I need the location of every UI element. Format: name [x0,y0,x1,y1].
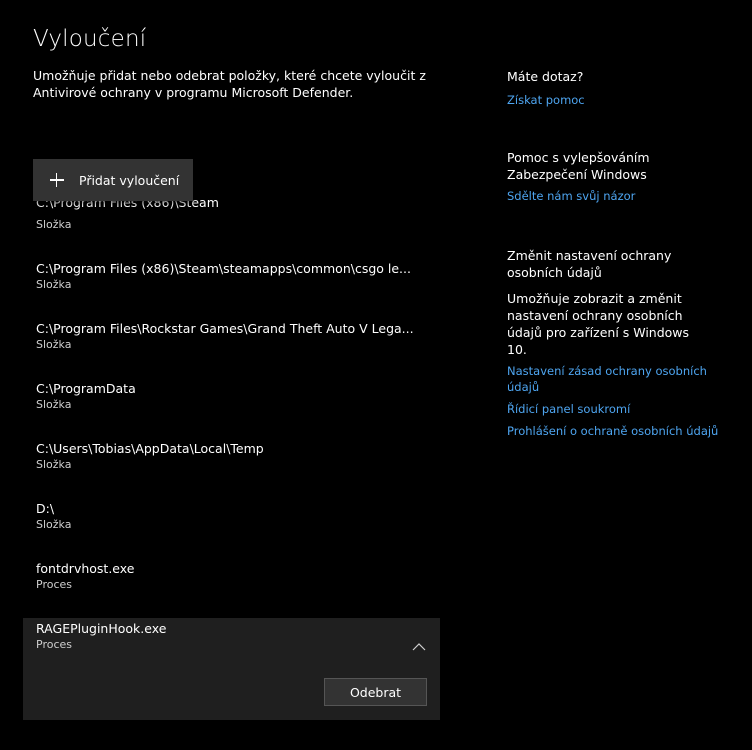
privacy-text: Umožňuje zobrazit a změnit nastavení och… [507,291,690,357]
exclusion-item[interactable]: C:\Program Files\Rockstar Games\Grand Th… [23,318,440,378]
exclusion-path: C:\Program Files\Rockstar Games\Grand Th… [36,321,414,336]
page-description: Umožňuje přidat nebo odebrat položky, kt… [33,68,426,100]
plus-icon [50,173,64,187]
remove-exclusion-button[interactable]: Odebrat [324,678,427,706]
page-title: Vyloučení [33,26,147,52]
chevron-up-icon[interactable] [412,643,426,651]
exclusion-item[interactable]: C:\ProgramData Složka [23,378,440,438]
add-exclusion-label: Přidat vyloučení [79,172,180,188]
exclusion-item[interactable]: C:\Program Files (x86)\Steam\steamapps\c… [23,258,440,318]
privacy-section: Změnit nastavení ochrany osobních údajů … [507,247,727,439]
privacy-settings-link[interactable]: Nastavení zásad ochrany osobních údajů [507,363,707,395]
exclusion-path: C:\Program Files (x86)\Steam\steamapps\c… [36,261,411,276]
exclusion-item[interactable]: C:\Users\Tobias\AppData\Local\Temp Složk… [23,438,440,498]
privacy-statement-link[interactable]: Prohlášení o ochraně osobních údajů [507,423,727,439]
privacy-heading: Změnit nastavení ochrany osobních údajů [507,248,672,280]
exclusion-item[interactable]: C:\Program Files (x86)\Steam Složka [23,195,440,258]
exclusion-path: RAGEPluginHook.exe [36,621,167,636]
exclusion-type: Složka [36,338,72,351]
exclusion-type: Složka [36,518,72,531]
feedback-link[interactable]: Sdělte nám svůj názor [507,188,727,204]
exclusion-path: D:\ [36,501,55,516]
exclusion-path: fontdrvhost.exe [36,561,135,576]
exclusion-item-expanded[interactable]: RAGEPluginHook.exe Proces Odebrat [23,618,440,720]
feedback-section: Pomoc s vylepšováním Zabezpečení Windows… [507,149,727,204]
exclusion-type: Složka [36,458,72,471]
exclusion-path: C:\Users\Tobias\AppData\Local\Temp [36,441,264,456]
feedback-heading: Pomoc s vylepšováním Zabezpečení Windows [507,150,650,182]
exclusions-page: Vyloučení Umožňuje přidat nebo odebrat p… [0,0,752,750]
help-heading: Máte dotaz? [507,69,584,84]
exclusion-type: Proces [36,578,72,591]
exclusion-type: Složka [36,218,72,231]
privacy-dashboard-link[interactable]: Řídicí panel soukromí [507,401,727,417]
exclusion-item[interactable]: fontdrvhost.exe Proces [23,558,440,618]
exclusion-list: C:\Program Files (x86)\Steam Složka C:\P… [23,195,440,720]
help-section: Máte dotaz? Získat pomoc [507,68,727,108]
exclusion-type: Proces [36,638,72,651]
exclusion-path: C:\ProgramData [36,381,136,396]
exclusion-type: Složka [36,398,72,411]
get-help-link[interactable]: Získat pomoc [507,92,727,108]
add-exclusion-button[interactable]: Přidat vyloučení [33,159,193,201]
exclusion-type: Složka [36,278,72,291]
exclusion-item[interactable]: D:\ Složka [23,498,440,558]
